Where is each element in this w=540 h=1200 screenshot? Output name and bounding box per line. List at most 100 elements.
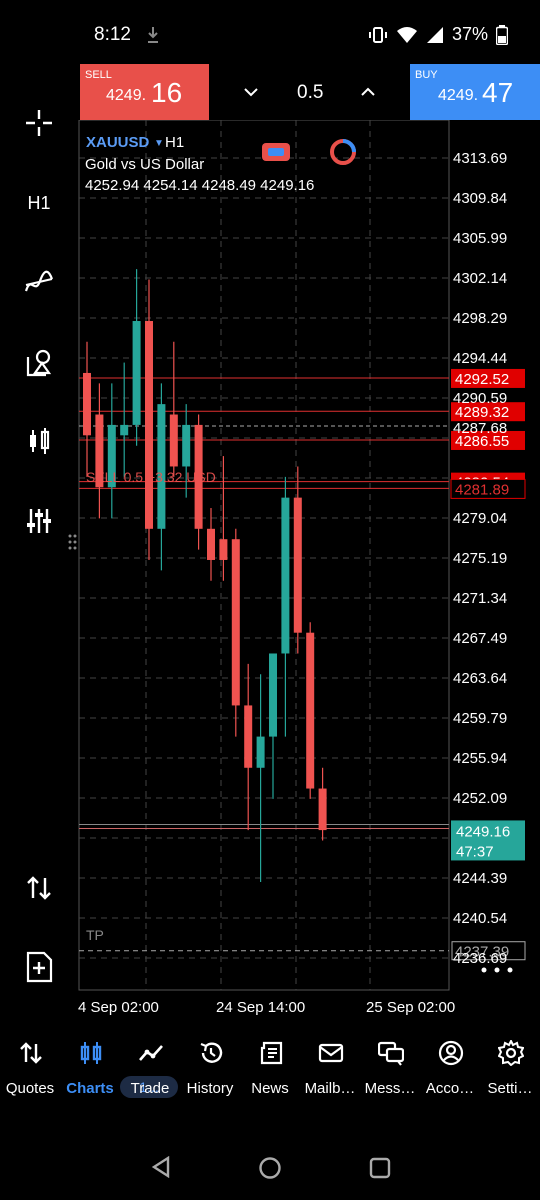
price-tick-label: 4298.29 <box>453 310 507 327</box>
candle-body <box>318 788 327 831</box>
nav-item-charts[interactable]: Charts 1... <box>60 1020 178 1110</box>
nav-item-acco[interactable]: Acco… <box>420 1020 480 1110</box>
buy-button[interactable]: BUY 4249. 47 <box>410 64 540 120</box>
nav-item-history[interactable]: History <box>180 1020 240 1110</box>
recents-icon[interactable] <box>369 1157 391 1179</box>
nav-label: History <box>186 1080 234 1097</box>
symbol-dropdown-icon[interactable]: ▼ <box>154 138 164 149</box>
candle-body <box>219 539 228 560</box>
sell-price-pips: 16 <box>151 77 183 108</box>
trade-signal-icon[interactable] <box>262 143 290 161</box>
nav-item-mess[interactable]: Mess… <box>360 1020 420 1110</box>
current-price-label: 4249.16 <box>456 823 510 840</box>
more-icon[interactable] <box>481 967 513 973</box>
tp-label[interactable]: TP <box>86 927 104 943</box>
nav-label: Quotes <box>5 1080 55 1097</box>
price-tick-label: 4313.69 <box>453 150 507 167</box>
chevron-up-icon[interactable] <box>360 84 376 100</box>
lot-value[interactable]: 0.5 <box>297 82 323 104</box>
battery-icon <box>496 24 508 45</box>
status-right: 37% <box>368 24 508 45</box>
candle[interactable] <box>145 279 153 560</box>
home-icon[interactable] <box>258 1156 282 1180</box>
nav-label: News <box>251 1080 289 1097</box>
price-tick-label: 4309.84 <box>453 190 507 207</box>
price-tick-label: 4302.14 <box>453 270 507 287</box>
status-bar: 8:12 37% <box>0 0 540 64</box>
candle-body <box>120 424 129 436</box>
candle[interactable] <box>306 622 315 799</box>
nav-item-mailb[interactable]: Mailb… <box>300 1020 360 1110</box>
time-tick-label: 25 Sep 02:00 <box>366 999 455 1016</box>
price-tick-label: 4259.79 <box>453 710 507 727</box>
chart-description: Gold vs US Dollar <box>85 156 204 173</box>
candle-body <box>145 321 153 529</box>
candle-body <box>207 528 215 560</box>
candle-body <box>281 497 290 654</box>
wifi-icon <box>396 26 417 43</box>
plot-area <box>78 120 450 991</box>
candle-body <box>256 736 265 768</box>
chart-timeframe: H1 <box>165 134 184 151</box>
position-label[interactable]: SELL 0.5 +3.32 USD <box>86 469 216 485</box>
charts-icon <box>80 1042 102 1064</box>
back-icon[interactable] <box>150 1156 172 1178</box>
sell-button[interactable]: SELL 4249. 16 <box>80 64 209 120</box>
signal-icon <box>426 26 443 43</box>
price-tick-label: 4294.44 <box>453 350 507 367</box>
nav-item-trade[interactable]: Trade <box>120 1020 180 1110</box>
buy-price-prefix: 4249. <box>438 87 479 104</box>
system-nav-bar <box>0 1130 540 1200</box>
lot-selector: 0.5 <box>209 64 410 120</box>
price-tick-label: 4267.49 <box>453 630 507 647</box>
price-chart[interactable]: 4292.524289.324286.554282.544281.894249.… <box>0 120 540 1020</box>
price-tick-label: 4236.69 <box>453 950 507 967</box>
candle-body <box>293 497 302 633</box>
nav-label: Trade <box>130 1080 170 1097</box>
candle-body <box>231 539 240 706</box>
price-tick-label: 4287.68 <box>453 420 507 437</box>
candle-body <box>182 424 191 467</box>
time-tick-label: 4 Sep 02:00 <box>78 999 159 1016</box>
nav-item-quotes[interactable]: Quotes <box>0 1020 60 1110</box>
candle-body <box>83 372 91 436</box>
price-tick-label: 4290.59 <box>453 390 507 407</box>
nav-item-setti[interactable]: Setti… <box>480 1020 540 1110</box>
candle-body <box>157 404 166 529</box>
nav-label: Charts <box>66 1080 114 1097</box>
battery-percent: 37% <box>451 24 488 44</box>
candle-body <box>244 705 253 768</box>
buy-price-pips: 47 <box>482 77 514 108</box>
time-tick-label: 24 Sep 14:00 <box>216 999 305 1016</box>
sell-label: SELL <box>85 69 112 81</box>
status-time: 8:12 <box>94 24 131 45</box>
price-tick-label: 4305.99 <box>453 230 507 247</box>
mailbox-icon <box>318 1043 344 1063</box>
candle-body <box>132 321 141 425</box>
chart-symbol[interactable]: XAUUSD <box>86 134 150 151</box>
price-tick-label: 4252.09 <box>453 790 507 807</box>
nav-label: Mess… <box>364 1080 416 1097</box>
price-tick-label: 4255.94 <box>453 750 507 767</box>
price-tick-label: 4275.19 <box>453 550 507 567</box>
candle[interactable] <box>231 528 240 737</box>
news-icon <box>260 1041 283 1065</box>
quotes-icon <box>20 1042 42 1064</box>
drag-handle-icon[interactable] <box>68 534 77 550</box>
chart-ohlc: 4252.94 4254.14 4248.49 4249.16 <box>85 177 314 194</box>
settings-icon <box>498 1040 524 1066</box>
price-tick-label: 4240.54 <box>453 910 507 927</box>
vibrate-icon <box>368 26 387 43</box>
messages-icon <box>378 1041 404 1066</box>
accounts-icon <box>438 1040 464 1066</box>
nav-label: Mailb… <box>304 1080 356 1097</box>
nav-label: Acco… <box>425 1080 475 1097</box>
nav-label: Setti… <box>487 1080 533 1097</box>
nav-item-news[interactable]: News <box>240 1020 300 1110</box>
history-icon <box>200 1042 223 1063</box>
chevron-down-icon[interactable] <box>243 84 259 100</box>
trade-icon <box>139 1045 163 1061</box>
price-tick-label: 4271.34 <box>453 590 507 607</box>
price-tick-label: 4244.39 <box>453 870 507 887</box>
price-tick-label: 4263.64 <box>453 670 507 687</box>
